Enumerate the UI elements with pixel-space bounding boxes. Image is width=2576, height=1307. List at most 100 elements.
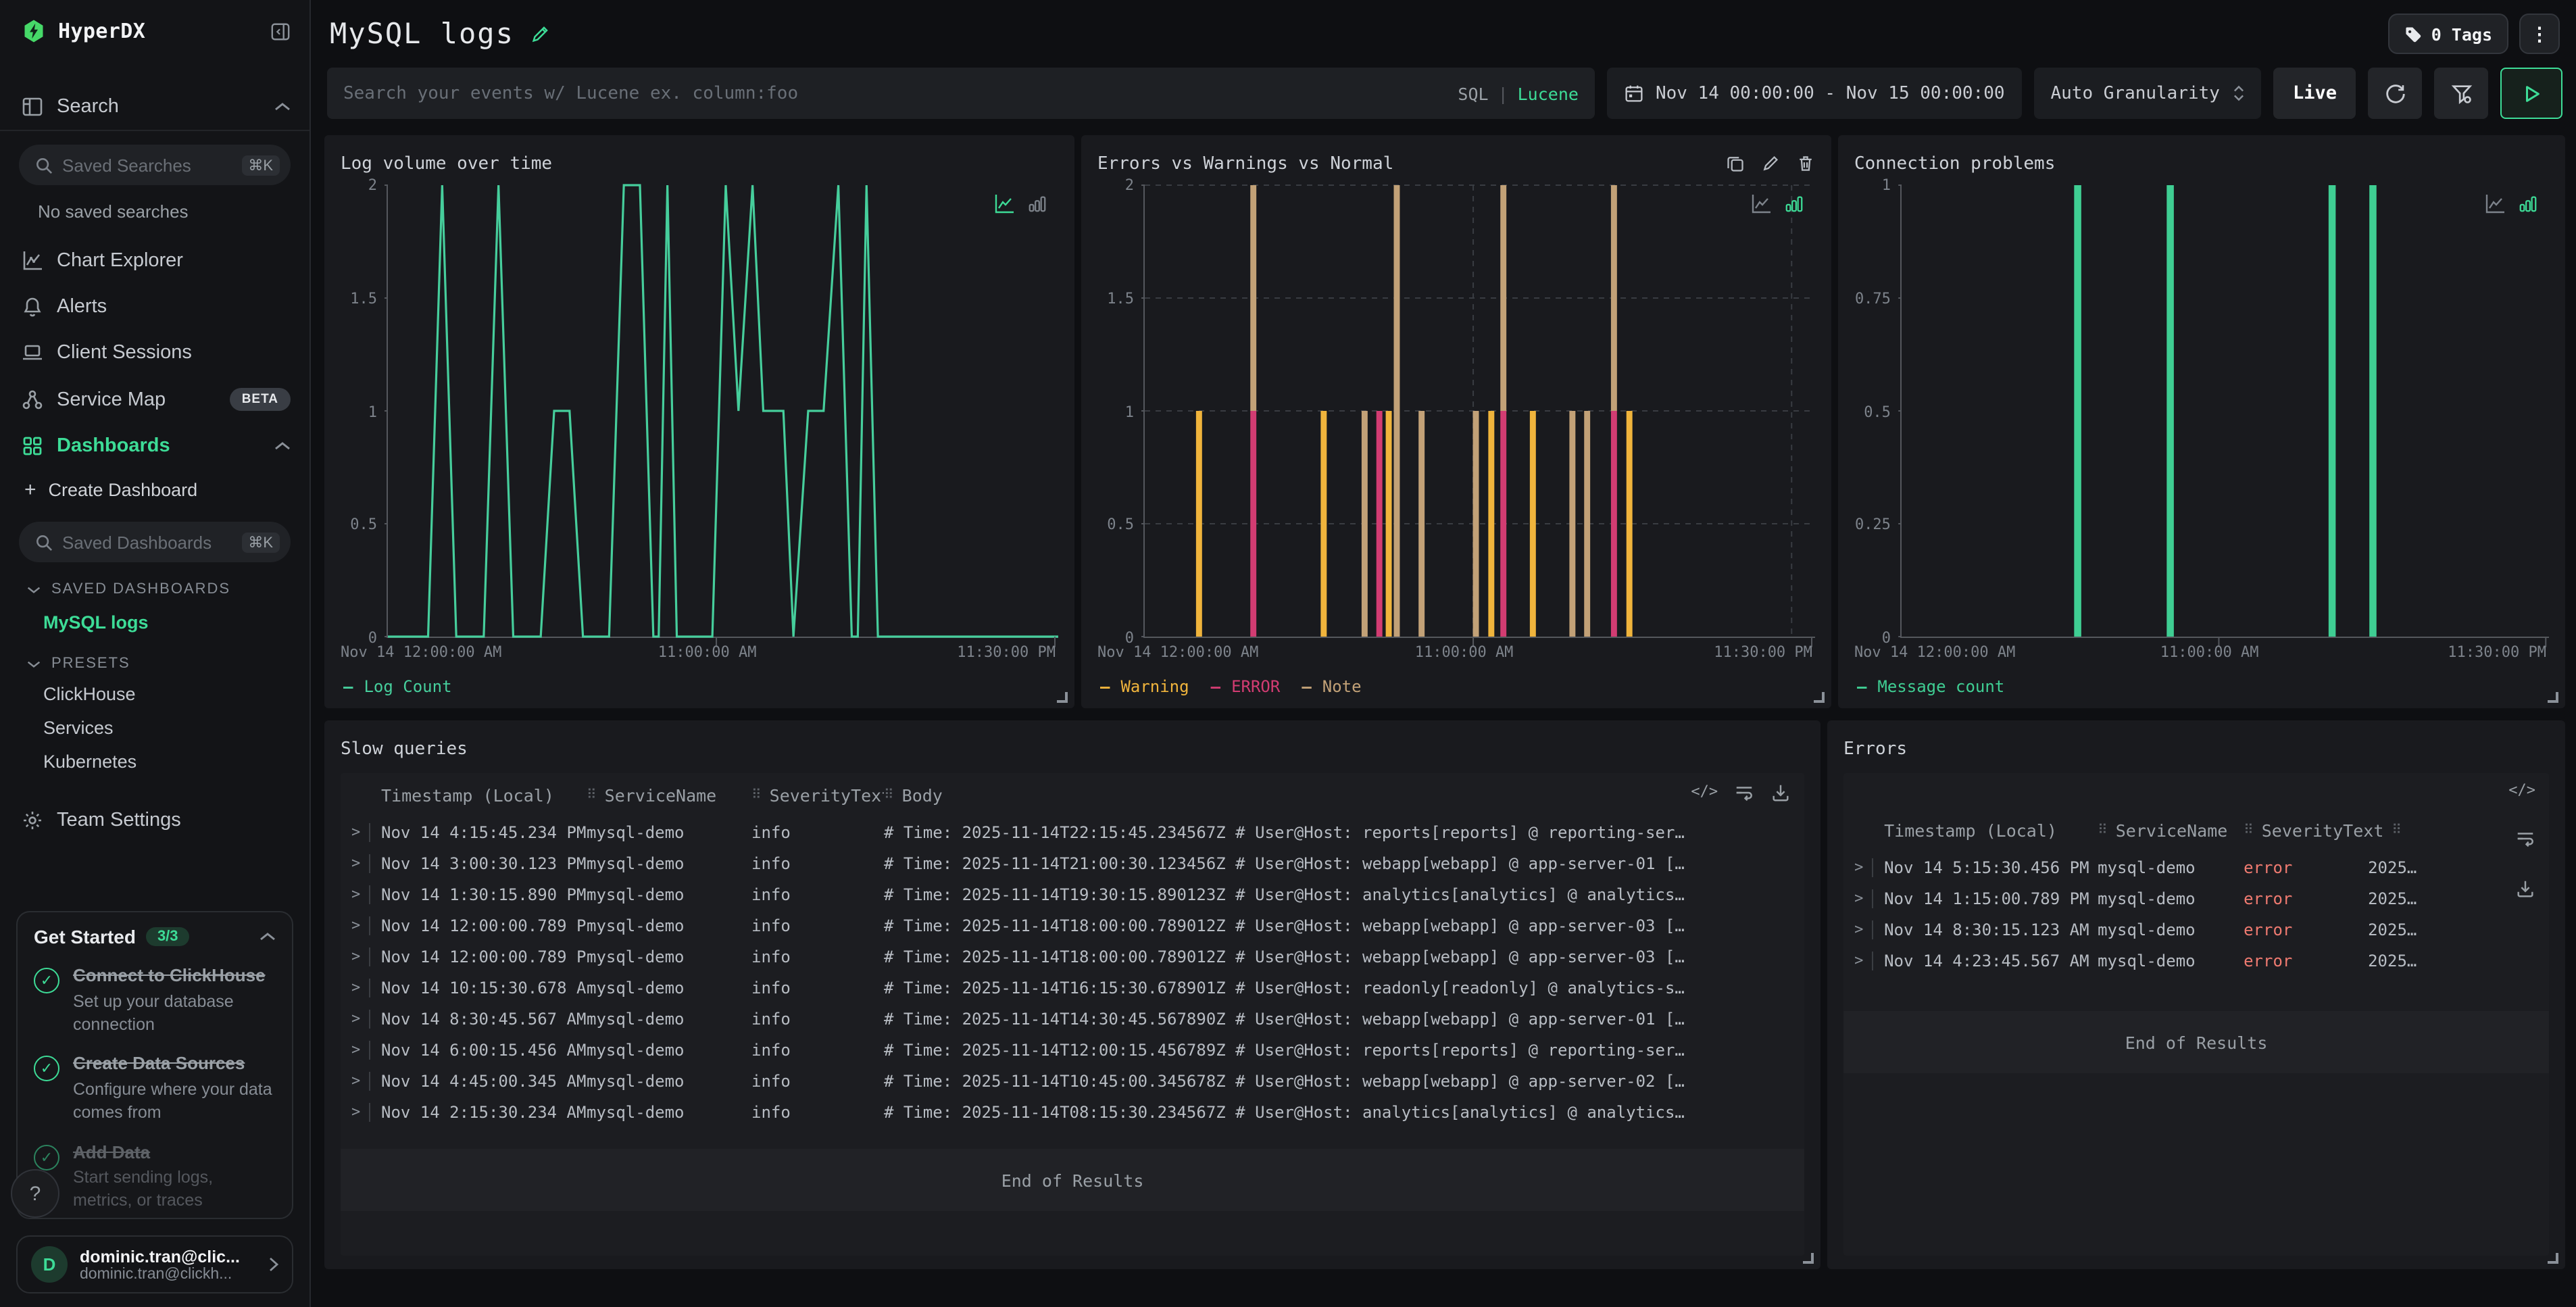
drag-handle-icon[interactable]: ⠿ [884,787,894,802]
column-timestamp[interactable]: Timestamp (Local) [1884,820,2098,840]
sidebar-item-client-sessions[interactable]: Client Sessions [0,330,309,376]
event-search-input[interactable] [343,83,1458,103]
lucene-toggle[interactable]: Lucene [1518,83,1579,103]
expand-row-icon[interactable]: > [341,885,370,904]
saved-dashboards-section[interactable]: SAVED DASHBOARDS [0,568,309,603]
column-body[interactable]: ⠿Body [884,785,1804,805]
column-servicename[interactable]: ⠿ServiceName [587,785,751,805]
column-severitytext[interactable]: ⠿SeverityText⠿ [2244,820,2403,840]
get-started-item-add-data[interactable]: ✓ Add Data Start sending logs, metrics, … [34,1140,276,1212]
log-row[interactable]: >Nov 14 10:15:30.678 AMmysql-demoinfo# T… [341,972,1804,1003]
download-icon[interactable] [1770,783,1791,803]
legend-item[interactable]: —Warning [1100,677,1189,696]
expand-row-icon[interactable]: > [341,1102,370,1121]
view-source-icon[interactable]: </> [2508,781,2535,799]
resize-handle[interactable] [2548,692,2558,703]
legend-item[interactable]: —Log Count [343,677,452,696]
help-button[interactable]: ? [11,1169,59,1218]
log-row[interactable]: >Nov 14 4:15:45.234 PMmysql-demoinfo# Ti… [341,816,1804,847]
expand-row-icon[interactable]: > [341,1071,370,1090]
granularity-select[interactable]: Auto Granularity [2035,68,2262,119]
live-button[interactable]: Live [2274,68,2356,119]
get-started-item-sources[interactable]: ✓ Create Data Sources Configure where yo… [34,1052,276,1125]
dashboard-link-mysql-logs[interactable]: MySQL logs [0,603,309,642]
legend-item[interactable]: —Message count [1857,677,2004,696]
saved-searches-input[interactable]: ⌘K [19,145,291,185]
log-row[interactable]: >Nov 14 2:15:30.234 AMmysql-demoinfo# Ti… [341,1096,1804,1127]
sidebar-item-chart-explorer[interactable]: Chart Explorer [0,238,309,284]
preset-link-services[interactable]: Services [0,711,309,745]
chart-plot-area[interactable] [1900,185,2549,638]
chevron-up-icon[interactable] [274,441,291,451]
log-row[interactable]: >Nov 14 6:00:15.456 AMmysql-demoinfo# Ti… [341,1034,1804,1065]
log-row[interactable]: >Nov 14 1:30:15.890 PMmysql-demoinfo# Ti… [341,879,1804,910]
view-source-icon[interactable]: </> [1691,783,1718,803]
expand-row-icon[interactable]: > [341,822,370,841]
expand-row-icon[interactable]: > [341,1040,370,1059]
log-row[interactable]: >Nov 14 1:15:00.789 PMmysql-demoerror202… [1843,883,2549,914]
line-view-icon[interactable] [1750,193,1772,215]
sidebar-collapse-icon[interactable] [270,21,291,41]
chart-plot-area[interactable] [1143,185,1815,638]
drag-handle-icon[interactable]: ⠿ [2244,822,2254,837]
sidebar-item-service-map[interactable]: Service Map BETA [0,376,309,423]
duplicate-panel-icon[interactable] [1726,154,1745,173]
drag-handle-icon[interactable]: ⠿ [751,787,762,802]
saved-dashboards-input[interactable]: ⌘K [19,522,291,562]
expand-row-icon[interactable]: > [1843,889,1873,908]
user-menu[interactable]: D dominic.tran@clic... dominic.tran@clic… [16,1235,293,1293]
saved-dashboards-field[interactable] [62,532,232,552]
presets-section[interactable]: PRESETS [0,642,309,677]
column-servicename[interactable]: ⠿ServiceName [2098,820,2244,840]
resize-handle[interactable] [1814,692,1825,703]
expand-row-icon[interactable]: > [341,1009,370,1028]
expand-row-icon[interactable]: > [1843,920,1873,939]
expand-row-icon[interactable]: > [341,916,370,935]
log-row[interactable]: >Nov 14 5:15:30.456 PMmysql-demoerror202… [1843,852,2549,883]
edit-title-icon[interactable] [530,24,551,44]
sidebar-item-dashboards[interactable]: Dashboards [0,423,309,469]
get-started-item-connect[interactable]: ✓ Connect to ClickHouse Set up your data… [34,964,276,1036]
expand-row-icon[interactable]: > [1843,858,1873,877]
get-started-header[interactable]: Get Started 3/3 [34,926,276,947]
date-range-picker[interactable]: Nov 14 00:00:00 - Nov 15 00:00:00 [1607,68,2023,119]
text-wrap-icon[interactable] [1734,783,1754,803]
sidebar-item-alerts[interactable]: Alerts [0,284,309,330]
log-row[interactable]: >Nov 14 3:00:30.123 PMmysql-demoinfo# Ti… [341,847,1804,879]
drag-handle-icon[interactable]: ⠿ [2392,822,2402,837]
log-row[interactable]: >Nov 14 8:30:45.567 AMmysql-demoinfo# Ti… [341,1003,1804,1034]
resize-handle[interactable] [2548,1253,2558,1264]
log-row[interactable]: >Nov 14 4:45:00.345 AMmysql-demoinfo# Ti… [341,1065,1804,1096]
refresh-button[interactable] [2368,68,2422,119]
column-timestamp[interactable]: Timestamp (Local) [381,785,587,805]
log-row[interactable]: >Nov 14 12:00:00.789 PMmysql-demoinfo# T… [341,910,1804,941]
tags-button[interactable]: 0 Tags [2388,14,2508,54]
download-icon[interactable] [2515,879,2535,899]
chevron-up-icon[interactable] [274,101,291,112]
sidebar-item-team-settings[interactable]: Team Settings [0,797,309,843]
chart-plot-area[interactable] [387,185,1058,638]
dashboard-menu-button[interactable]: ⋮ [2519,14,2560,54]
log-row[interactable]: >Nov 14 12:00:00.789 PMmysql-demoinfo# T… [341,941,1804,972]
log-row[interactable]: >Nov 14 4:23:45.567 AMmysql-demoerror202… [1843,945,2549,976]
event-search-box[interactable]: SQL | Lucene [327,68,1595,119]
resize-handle[interactable] [1057,692,1068,703]
expand-row-icon[interactable]: > [341,854,370,872]
line-view-icon[interactable] [993,193,1015,215]
chevron-up-icon[interactable] [259,931,276,942]
log-row[interactable]: >Nov 14 8:30:15.123 AMmysql-demoerror202… [1843,914,2549,945]
line-view-icon[interactable] [2484,193,2506,215]
bar-view-icon[interactable] [1027,193,1047,215]
drag-handle-icon[interactable]: ⠿ [587,787,597,802]
legend-item[interactable]: —Note [1302,677,1361,696]
run-query-button[interactable] [2500,68,2562,119]
bar-view-icon[interactable] [2518,193,2538,215]
create-dashboard-button[interactable]: + Create Dashboard [0,469,309,508]
bar-view-icon[interactable] [1784,193,1804,215]
preset-link-clickhouse[interactable]: ClickHouse [0,677,309,711]
column-severitytext[interactable]: ⠿SeverityText [751,785,884,805]
edit-panel-icon[interactable] [1761,154,1780,173]
drag-handle-icon[interactable]: ⠿ [2098,822,2108,837]
saved-searches-field[interactable] [62,155,232,175]
preset-link-kubernetes[interactable]: Kubernetes [0,745,309,779]
